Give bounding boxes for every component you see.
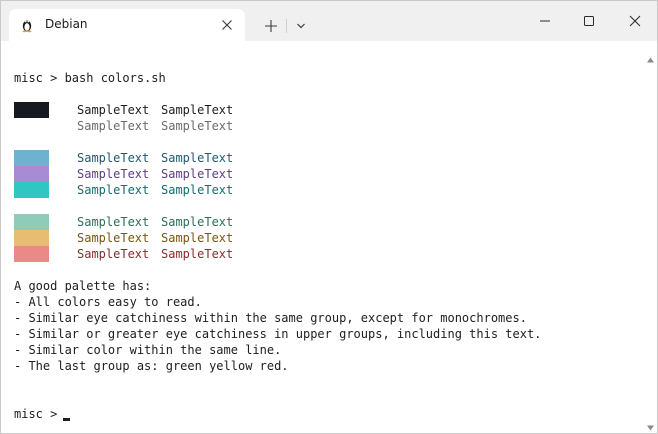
sample-text: SampleText [161, 183, 234, 197]
sample-text: SampleText [161, 103, 234, 117]
title-bar: Debian [1, 1, 657, 41]
scroll-down-arrow-icon[interactable] [646, 417, 655, 431]
text-cursor [63, 418, 70, 421]
terminal-window: Debian misc > bash colors.sh SampleText … [0, 0, 658, 434]
color-swatch [14, 246, 49, 262]
close-window-button[interactable] [621, 9, 649, 33]
sample-text: SampleText [161, 119, 234, 133]
titlebar-divider [286, 19, 287, 33]
note-line: - Similar color within the same line. [14, 343, 282, 357]
note-line: - Similar eye catchiness within the same… [14, 311, 527, 325]
sample-text: SampleText [161, 215, 234, 229]
minimize-button[interactable] [531, 9, 559, 33]
sample-text: SampleText [161, 247, 234, 261]
scrollbar[interactable] [644, 41, 657, 433]
tab-debian[interactable]: Debian [9, 9, 245, 41]
sample-text: SampleText [77, 215, 150, 229]
sample-text: SampleText [77, 231, 150, 245]
sample-text: SampleText [77, 167, 150, 181]
color-swatch [14, 230, 49, 246]
sample-text: SampleText [77, 247, 150, 261]
note-line: - All colors easy to read. [14, 295, 202, 309]
shell-prompt: misc > [14, 407, 65, 421]
sample-text: SampleText [77, 119, 150, 133]
note-line: - Similar or greater eye catchiness in u… [14, 327, 542, 341]
tab-title: Debian [45, 17, 88, 31]
note-line: - The last group as: green yellow red. [14, 359, 289, 373]
sample-text: SampleText [77, 183, 150, 197]
color-swatch [14, 118, 49, 134]
tab-dropdown-button[interactable] [289, 15, 313, 37]
sample-text: SampleText [77, 103, 150, 117]
terminal-output[interactable]: misc > bash colors.sh SampleText SampleT… [1, 41, 644, 433]
note-line: A good palette has: [14, 279, 152, 293]
color-swatch [14, 102, 49, 118]
sample-text: SampleText [161, 231, 234, 245]
sample-text: SampleText [161, 167, 234, 181]
close-tab-icon[interactable] [219, 17, 235, 33]
color-swatch [14, 150, 49, 166]
sample-text: SampleText [161, 151, 234, 165]
color-swatch [14, 214, 49, 230]
command-line: misc > bash colors.sh [14, 71, 166, 85]
linux-tux-icon [19, 17, 35, 33]
color-swatch [14, 166, 49, 182]
scroll-up-arrow-icon[interactable] [646, 49, 655, 63]
new-tab-button[interactable] [259, 15, 283, 37]
sample-text: SampleText [77, 151, 150, 165]
color-swatch [14, 182, 49, 198]
maximize-button[interactable] [575, 9, 603, 33]
